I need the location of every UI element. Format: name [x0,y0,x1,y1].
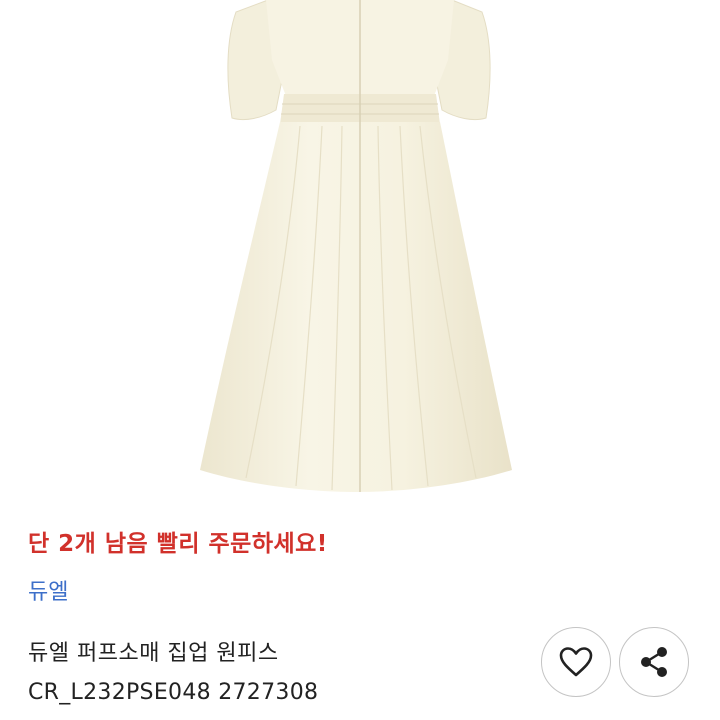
share-icon [641,647,667,677]
heart-icon [559,647,593,677]
like-button[interactable] [541,627,611,697]
skirt [200,122,512,492]
product-title: 듀엘 퍼프소매 집업 원피스 [28,641,279,666]
dress-illustration [200,0,512,492]
share-button[interactable] [619,627,689,697]
brand-link[interactable]: 듀엘 [28,574,68,606]
product-image[interactable] [0,0,720,500]
stock-alert: 단 2개 남음 빨리 주문하세요! [28,531,328,557]
product-code: CR_L232PSE048 2727308 [28,680,319,705]
